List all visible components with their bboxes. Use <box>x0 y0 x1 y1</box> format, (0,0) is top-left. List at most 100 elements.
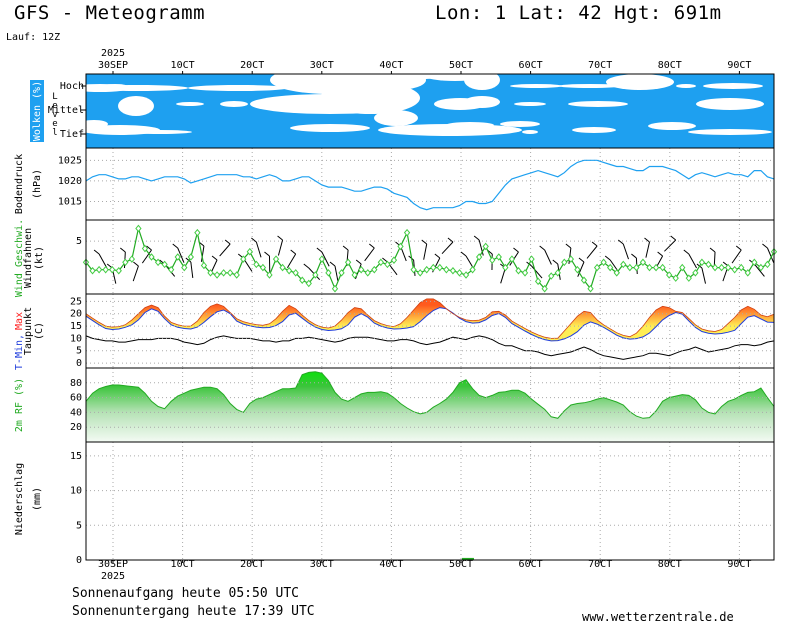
x-tick-label-top: 60CT <box>519 60 543 71</box>
source-link[interactable]: www.wetterzentrale.de <box>582 610 734 624</box>
cloud-blob <box>648 122 696 130</box>
wind-barb-feather <box>290 249 296 255</box>
cloud-level-label: Hoch <box>60 81 84 92</box>
wind-barb-feather <box>683 249 690 255</box>
cloud-blob <box>88 85 188 91</box>
cloud-blob <box>446 122 494 128</box>
cloud-blob <box>464 74 500 90</box>
wind-barb-label: Windfahnen <box>23 228 34 288</box>
wind-barb <box>219 243 231 257</box>
wind-barb <box>701 267 707 284</box>
wind-barb-feather <box>578 257 585 263</box>
wind-point <box>220 269 227 277</box>
temp-ytick: 0 <box>76 358 82 369</box>
temp-unit-label: (C) <box>34 322 45 340</box>
x-tick-label-top: 40CT <box>379 60 403 71</box>
wind-barb <box>287 253 297 268</box>
cloud-axis-label: Wolken (%) <box>32 81 43 141</box>
level-letter: l <box>52 128 57 138</box>
wind-point <box>711 263 719 272</box>
wind-barb-feather <box>211 255 218 261</box>
wind-barb <box>586 245 598 259</box>
wind-point <box>521 269 529 277</box>
wind-point <box>436 263 443 272</box>
x-tick-label-top: 20CT <box>240 60 264 71</box>
pressure-unit-label: (hPa) <box>32 169 43 199</box>
temp-ytick: 10 <box>70 333 82 344</box>
temp-ytick: 25 <box>70 296 82 307</box>
pressure-ytick: 1015 <box>58 196 82 207</box>
precip-axis-label: Niederschlag <box>14 463 25 535</box>
x-tick-label-top: 50CT <box>449 60 473 71</box>
wind-barb <box>98 253 108 269</box>
wind-barb-feather <box>552 259 559 265</box>
wind-barb <box>423 243 428 260</box>
wind-point <box>95 265 103 274</box>
cloud-blob <box>514 102 546 106</box>
x-tick-label-top: 70CT <box>588 60 612 71</box>
cloud-blob <box>290 124 370 132</box>
cloud-blob <box>703 83 763 89</box>
wind-barb-feather <box>657 251 663 257</box>
wind-barb-feather <box>709 247 716 253</box>
wind-point <box>253 260 260 269</box>
rh-fill <box>86 371 774 442</box>
wind-barb-feather <box>355 259 362 265</box>
precip-ytick: 5 <box>76 520 82 531</box>
wind-point <box>384 260 391 269</box>
temp-ytick: 5 <box>76 346 82 357</box>
rh-ytick: 20 <box>70 422 82 433</box>
wind-point <box>410 265 417 274</box>
wind-point <box>731 265 738 274</box>
wind-ytick: 5 <box>76 236 82 247</box>
wind-markers <box>82 224 778 293</box>
wind-point <box>489 256 496 264</box>
wind-barb <box>132 265 139 282</box>
precip-ytick: 0 <box>76 555 82 566</box>
wind-point <box>417 269 424 277</box>
wind-point <box>390 256 398 264</box>
wind-point <box>285 266 293 275</box>
wind-point <box>213 271 221 279</box>
cloud-blob <box>188 85 288 91</box>
x-tick-label-top: 90CT <box>727 60 751 71</box>
sunset-text: Sonnenuntergang heute 17:39 UTC <box>72 604 315 619</box>
wind-barb-feather <box>735 245 742 251</box>
cloud-blob <box>696 98 764 110</box>
wind-barb-feather <box>539 245 545 251</box>
rh-ytick: 80 <box>70 378 82 389</box>
cloud-blob <box>510 84 562 88</box>
cloud-blob <box>220 101 248 107</box>
wind-barb-feather <box>421 239 428 245</box>
cloud-blob <box>320 82 420 114</box>
wind-barb-feather <box>264 251 270 257</box>
wind-barb-feather <box>342 245 349 251</box>
pressure-ytick: 1020 <box>58 176 82 187</box>
x-tick-label-top: 30SEP <box>98 60 128 71</box>
wind-barb-feather <box>93 249 100 255</box>
wind-point <box>430 263 437 272</box>
wind-barb-feather <box>670 235 677 241</box>
wind-barb <box>190 261 194 278</box>
rh-ytick: 60 <box>70 393 82 404</box>
wind-point <box>528 255 535 263</box>
wind-point <box>718 263 725 272</box>
wind-point <box>449 266 457 275</box>
cloud-level-label: Tief <box>60 129 84 140</box>
cloud-blob <box>606 74 674 90</box>
cloud-blob <box>522 130 538 134</box>
wind-point <box>102 265 109 274</box>
wind-barb <box>334 265 339 282</box>
wind-barb-feather <box>316 247 323 253</box>
wind-point <box>331 284 339 293</box>
cloud-panel <box>86 74 774 148</box>
pressure-line <box>85 159 775 211</box>
wind-barb-feather <box>565 243 572 249</box>
wind-point <box>364 269 371 277</box>
pressure-axis-label: Bodendruck <box>14 154 25 214</box>
cloud-blob <box>688 129 772 135</box>
year-label-bottom: 2025 <box>101 571 125 582</box>
wind-barb-feather <box>120 247 126 253</box>
wind-point <box>423 265 430 274</box>
wind-barb-feather <box>133 261 139 267</box>
